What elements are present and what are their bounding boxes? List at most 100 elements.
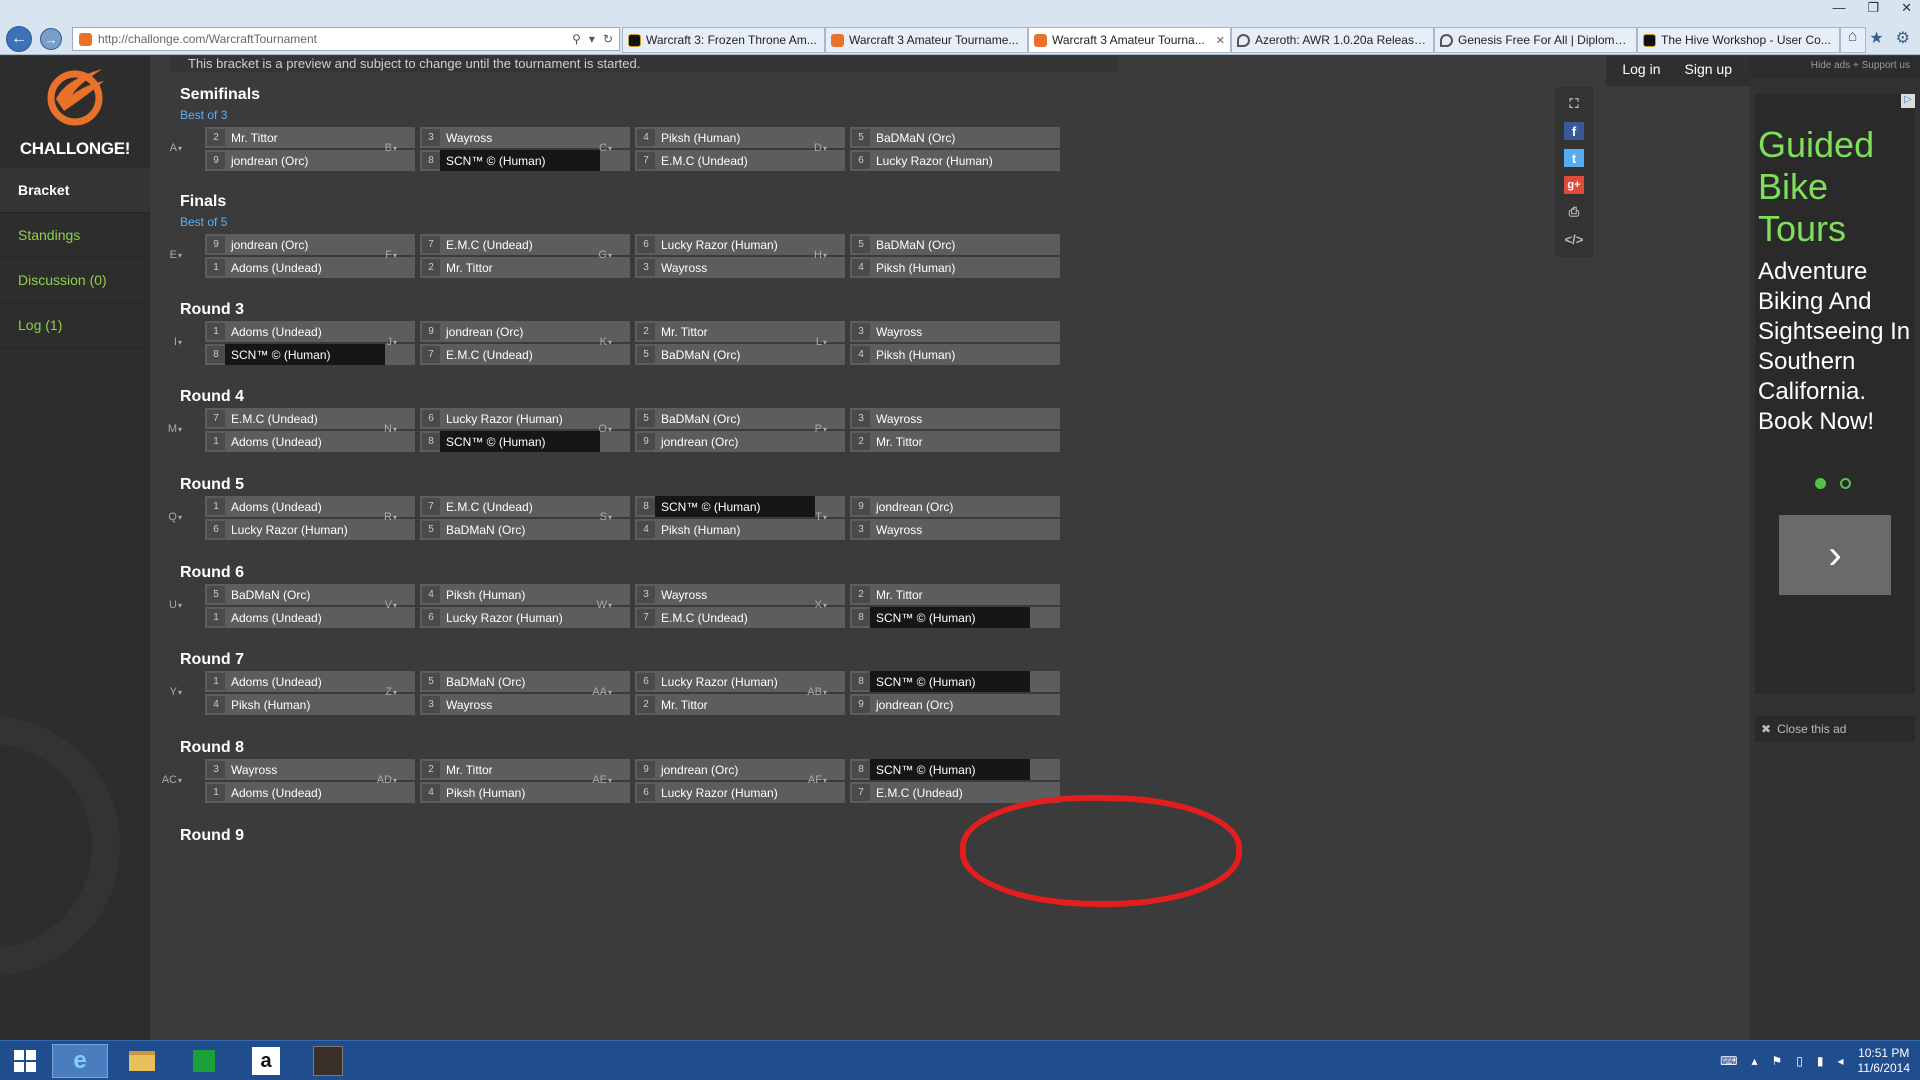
player-slot[interactable]: 9 jondrean (Orc) bbox=[850, 694, 1060, 715]
address-bar[interactable]: http://challonge.com/WarcraftTournament … bbox=[72, 27, 620, 51]
game-icon[interactable] bbox=[300, 1044, 356, 1078]
google-plus-icon[interactable]: g+ bbox=[1564, 176, 1584, 194]
match-identifier[interactable]: G▾ bbox=[580, 249, 614, 261]
match-identifier[interactable]: X▾ bbox=[795, 599, 829, 611]
start-button[interactable] bbox=[0, 1041, 50, 1080]
sidebar-item-discussion[interactable]: Discussion (0) bbox=[0, 258, 150, 303]
flag-icon[interactable]: ⚑ bbox=[1771, 1054, 1782, 1068]
match-identifier[interactable]: E▾ bbox=[150, 249, 184, 261]
sidebar-item-bracket[interactable]: Bracket bbox=[0, 168, 150, 213]
match-identifier[interactable]: T▾ bbox=[795, 511, 829, 523]
carousel-dot[interactable] bbox=[1840, 478, 1851, 489]
address-url[interactable]: http://challonge.com/WarcraftTournament bbox=[98, 32, 317, 46]
match-ab[interactable]: AB▾ 8 SCN™ © (Human) 9 jondrean (Orc) bbox=[795, 671, 1060, 717]
match-identifier[interactable]: Q▾ bbox=[150, 511, 184, 523]
match-identifier[interactable]: R▾ bbox=[365, 511, 399, 523]
browser-tab[interactable]: The Hive Workshop - User Co... bbox=[1637, 27, 1840, 53]
player-slot[interactable]: 2 Mr. Tittor bbox=[850, 431, 1060, 452]
back-icon[interactable]: ← bbox=[6, 26, 32, 52]
match-identifier[interactable]: V▾ bbox=[365, 599, 399, 611]
volume-icon[interactable]: ◂ bbox=[1837, 1054, 1843, 1068]
print-icon[interactable]: ⎙ bbox=[1564, 203, 1584, 221]
round-best-of-link[interactable]: Best of 5 bbox=[180, 215, 1240, 229]
home-icon[interactable]: ⌂ bbox=[1848, 28, 1858, 48]
restore-icon[interactable]: ❐ bbox=[1867, 0, 1879, 16]
match-identifier[interactable]: F▾ bbox=[365, 249, 399, 261]
signal-icon[interactable]: ▮ bbox=[1817, 1054, 1824, 1068]
player-slot[interactable]: 4 Piksh (Human) bbox=[850, 344, 1060, 365]
keyboard-icon[interactable]: ⌨ bbox=[1720, 1054, 1737, 1068]
close-window-icon[interactable]: ✕ bbox=[1901, 0, 1912, 16]
clock[interactable]: 10:51 PM 11/6/2014 bbox=[1858, 1046, 1911, 1076]
match-d[interactable]: D▾ 5 BaDMaN (Orc) 6 Lucky Razor (Human) bbox=[795, 127, 1060, 173]
amazon-icon[interactable]: a bbox=[238, 1044, 294, 1078]
match-identifier[interactable]: N▾ bbox=[365, 423, 399, 435]
browser-tab[interactable]: Warcraft 3: Frozen Throne Am... bbox=[622, 27, 825, 53]
ad-body[interactable]: Adventure Biking And Sightseeing In Sout… bbox=[1758, 257, 1914, 437]
player-slot[interactable]: 8 SCN™ © (Human) bbox=[850, 759, 1060, 780]
dropdown-icon[interactable]: ▾ bbox=[589, 32, 595, 46]
match-identifier[interactable]: K▾ bbox=[580, 336, 614, 348]
adchoices-icon[interactable]: ▷ bbox=[1901, 94, 1915, 108]
twitter-icon[interactable]: t bbox=[1564, 149, 1584, 167]
match-identifier[interactable]: W▾ bbox=[580, 599, 614, 611]
player-slot[interactable]: 3 Wayross bbox=[850, 519, 1060, 540]
fullscreen-icon[interactable]: ⛶ bbox=[1564, 95, 1584, 113]
file-explorer-icon[interactable] bbox=[114, 1044, 170, 1078]
favorites-star-icon[interactable]: ★ bbox=[1869, 28, 1883, 48]
match-identifier[interactable]: AF▾ bbox=[795, 774, 829, 786]
match-identifier[interactable]: M▾ bbox=[150, 423, 184, 435]
browser-tab[interactable]: Azeroth: AWR 1.0.20a Release ... bbox=[1231, 27, 1434, 53]
refresh-icon[interactable]: ↻ bbox=[603, 32, 613, 46]
close-ad-button[interactable]: ✖ Close this ad bbox=[1755, 716, 1915, 742]
player-slot[interactable]: 8 SCN™ © (Human) bbox=[850, 671, 1060, 692]
sidebar-item-log[interactable]: Log (1) bbox=[0, 303, 150, 348]
match-identifier[interactable]: L▾ bbox=[795, 336, 829, 348]
carousel-dot-active[interactable] bbox=[1815, 478, 1826, 489]
match-identifier[interactable]: AA▾ bbox=[580, 686, 614, 698]
match-identifier[interactable]: Z▾ bbox=[365, 686, 399, 698]
match-identifier[interactable]: J▾ bbox=[365, 336, 399, 348]
show-hidden-icons-icon[interactable]: ▴ bbox=[1751, 1054, 1757, 1068]
match-identifier[interactable]: A▾ bbox=[150, 142, 184, 154]
challonge-logo[interactable]: CHALLONGE! bbox=[0, 56, 150, 168]
battery-icon[interactable]: ▯ bbox=[1796, 1054, 1803, 1068]
match-af[interactable]: AF▾ 8 SCN™ © (Human) 7 E.M.C (Undead) bbox=[795, 759, 1060, 805]
browser-tab[interactable]: Genesis Free For All | Diplomu... bbox=[1434, 27, 1637, 53]
player-slot[interactable]: 3 Wayross bbox=[850, 321, 1060, 342]
player-slot[interactable]: 5 BaDMaN (Orc) bbox=[850, 127, 1060, 148]
match-identifier[interactable]: C▾ bbox=[580, 142, 614, 154]
chevron-right-icon[interactable]: › bbox=[1779, 515, 1891, 595]
player-slot[interactable]: 6 Lucky Razor (Human) bbox=[850, 150, 1060, 171]
advertisement[interactable]: ▷ Guided Bike Tours Adventure Biking And… bbox=[1755, 94, 1915, 694]
match-identifier[interactable]: P▾ bbox=[795, 423, 829, 435]
match-identifier[interactable]: AD▾ bbox=[365, 774, 399, 786]
match-h[interactable]: H▾ 5 BaDMaN (Orc) 4 Piksh (Human) bbox=[795, 234, 1060, 280]
player-slot[interactable]: 3 Wayross bbox=[850, 408, 1060, 429]
match-identifier[interactable]: S▾ bbox=[580, 511, 614, 523]
minimize-icon[interactable]: — bbox=[1832, 0, 1845, 16]
search-icon[interactable]: ⚲ bbox=[572, 32, 581, 46]
match-identifier[interactable]: B▾ bbox=[365, 142, 399, 154]
sidebar-item-standings[interactable]: Standings bbox=[0, 213, 150, 258]
tab-close-icon[interactable]: ✕ bbox=[1216, 34, 1225, 47]
match-identifier[interactable]: Y▾ bbox=[150, 686, 184, 698]
facebook-icon[interactable]: f bbox=[1564, 122, 1584, 140]
browser-tab[interactable]: Warcraft 3 Amateur Tourname... bbox=[825, 27, 1028, 53]
forward-icon[interactable]: → bbox=[40, 28, 62, 50]
match-t[interactable]: T▾ 9 jondrean (Orc) 3 Wayross bbox=[795, 496, 1060, 542]
match-x[interactable]: X▾ 2 Mr. Tittor 8 SCN™ © (Human) bbox=[795, 584, 1060, 630]
browser-tab[interactable]: Warcraft 3 Amateur Tourna... ✕ bbox=[1028, 27, 1231, 53]
match-identifier[interactable]: O▾ bbox=[580, 423, 614, 435]
player-slot[interactable]: 4 Piksh (Human) bbox=[850, 257, 1060, 278]
internet-explorer-icon[interactable]: e bbox=[52, 1044, 108, 1078]
player-slot[interactable]: 2 Mr. Tittor bbox=[850, 584, 1060, 605]
match-identifier[interactable]: D▾ bbox=[795, 142, 829, 154]
store-icon[interactable] bbox=[176, 1044, 232, 1078]
match-identifier[interactable]: U▾ bbox=[150, 599, 184, 611]
login-link[interactable]: Log in bbox=[1622, 61, 1660, 77]
match-identifier[interactable]: AC▾ bbox=[150, 774, 184, 786]
match-identifier[interactable]: AE▾ bbox=[580, 774, 614, 786]
signup-link[interactable]: Sign up bbox=[1685, 61, 1732, 77]
match-p[interactable]: P▾ 3 Wayross 2 Mr. Tittor bbox=[795, 408, 1060, 454]
